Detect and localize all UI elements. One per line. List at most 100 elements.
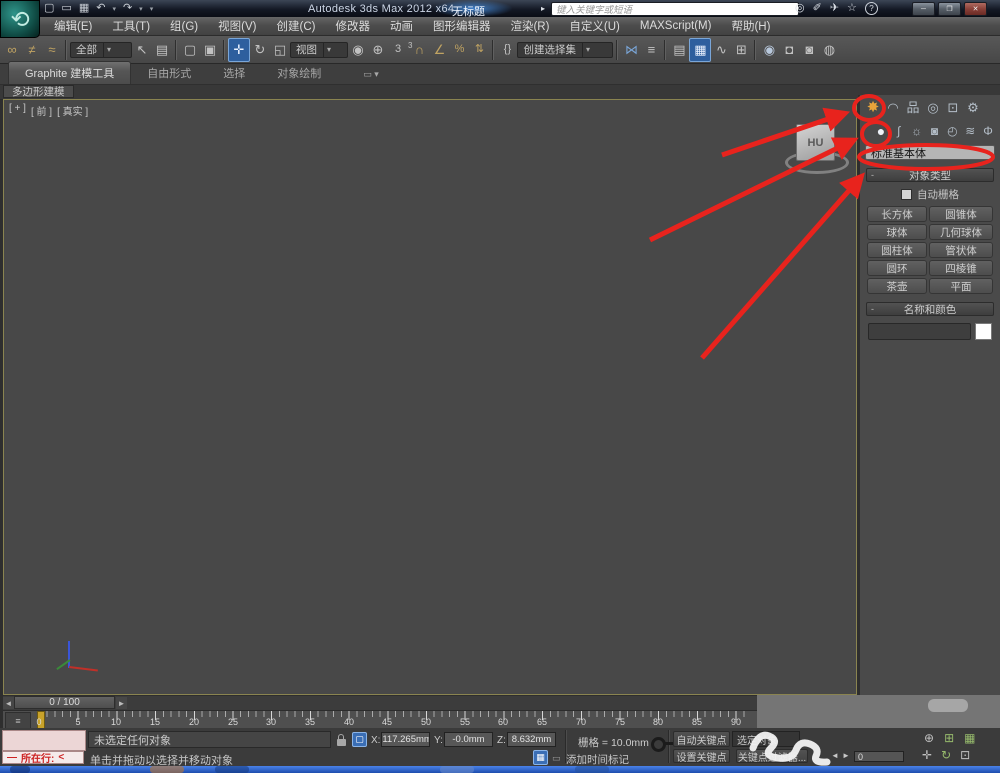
infocenter-expand-icon[interactable]: ▸ — [541, 4, 545, 13]
set-keys-icon[interactable] — [651, 737, 676, 752]
selection-filter-dropdown[interactable]: 全部 ▾ — [70, 41, 132, 58]
rectangular-selection-region-icon[interactable]: ▢ — [180, 39, 200, 61]
object-type-rollout-header[interactable]: - 对象类型 — [866, 168, 994, 182]
select-and-link-icon[interactable]: ∞ — [2, 39, 22, 61]
ribbon-minimize-icon[interactable]: ▭ ▾ — [363, 69, 379, 80]
tab-selection[interactable]: 选择 — [207, 62, 261, 84]
keyboard-override-toggle[interactable]: 3 — [388, 39, 408, 61]
previous-frame-icon[interactable]: ◄ — [3, 697, 14, 709]
favorites-icon[interactable]: ☆ — [847, 3, 857, 14]
zoom-extents-icon[interactable]: ⊞ — [944, 732, 954, 744]
window-crossing-icon[interactable]: ▣ — [200, 39, 220, 61]
geosphere-button[interactable]: 几何球体 — [929, 224, 993, 240]
z-coord-field[interactable]: 8.632mm — [507, 732, 556, 747]
tube-button[interactable]: 管状体 — [929, 242, 993, 258]
absolute-mode-toggle-icon[interactable]: ▢ — [352, 732, 367, 747]
polygon-modeling-panel[interactable]: 多边形建模 — [3, 85, 74, 98]
menu-views[interactable]: 视图(V) — [208, 17, 266, 35]
name-color-rollout-header[interactable]: - 名称和颜色 — [866, 302, 994, 316]
hierarchy-tab-icon[interactable]: 品 — [903, 97, 923, 117]
render-setup-icon[interactable]: ◘ — [779, 39, 799, 61]
spinner-snap-icon[interactable]: ⇅ — [469, 39, 489, 61]
shapes-category-icon[interactable]: ∫ — [890, 121, 908, 141]
scroll-left-icon[interactable]: < — [58, 752, 64, 763]
set-key-button[interactable]: 设置关键点 — [673, 749, 730, 764]
geometry-category-icon[interactable]: ● — [872, 121, 890, 141]
schematic-view-icon[interactable]: ⊞ — [731, 39, 751, 61]
current-frame-field[interactable]: 0 — [854, 751, 904, 762]
edit-named-selection-sets-icon[interactable]: {} — [497, 39, 517, 61]
angle-snap-icon[interactable]: ∠ — [429, 39, 449, 61]
time-slider[interactable]: ◄ 0 / 100 ► — [3, 696, 757, 711]
rendered-frame-window-icon[interactable]: ◙ — [799, 39, 819, 61]
communication-center-icon[interactable]: ✈ — [830, 3, 839, 14]
select-object-icon[interactable]: ↖ — [132, 39, 152, 61]
zoom-extents-all-icon[interactable]: ▦ — [964, 732, 975, 744]
teapot-button[interactable]: 茶壶 — [867, 278, 927, 294]
y-coord-field[interactable]: -0.0mm — [444, 732, 493, 747]
tab-object-paint[interactable]: 对象绘制 — [261, 62, 337, 84]
menu-rendering[interactable]: 渲染(R) — [500, 17, 559, 35]
redo-icon[interactable]: ↷ — [123, 3, 132, 14]
select-and-move-icon[interactable]: ✛ — [228, 37, 250, 62]
menu-customize[interactable]: 自定义(U) — [559, 17, 629, 35]
x-coord-field[interactable]: -117.265mm — [381, 732, 430, 747]
orbit-icon[interactable]: ↻ — [941, 749, 951, 761]
select-and-rotate-icon[interactable]: ↻ — [250, 39, 270, 61]
save-file-icon[interactable]: ▦ — [79, 3, 89, 14]
viewport-menu-view[interactable]: [ 前 ] — [31, 103, 52, 118]
bind-to-space-warp-icon[interactable]: ≈ — [42, 39, 62, 61]
redo-dropdown-icon[interactable]: ▾ — [139, 5, 143, 13]
subscription-icon[interactable]: ✐ — [813, 3, 822, 14]
add-time-tag[interactable]: 添加时间标记 — [566, 752, 629, 767]
object-name-field[interactable] — [868, 323, 971, 340]
object-color-swatch[interactable] — [975, 323, 992, 340]
cone-button[interactable]: 圆锥体 — [929, 206, 993, 222]
isolate-selection-icon[interactable]: ▦ — [533, 750, 548, 765]
minimize-button[interactable]: ─ — [912, 2, 935, 16]
viewport-menu-shading[interactable]: [ 真实 ] — [57, 103, 88, 118]
maxscript-listener-line[interactable]: — 所在行: < — [2, 751, 84, 765]
key-filter-dropdown[interactable]: 选定对象 — [732, 731, 800, 747]
time-slider-handle[interactable]: 0 / 100 — [14, 696, 115, 709]
utilities-tab-icon[interactable]: ⚙ — [963, 97, 983, 117]
space-warps-category-icon[interactable]: ≋ — [961, 121, 979, 141]
menu-create[interactable]: 创建(C) — [266, 17, 325, 35]
track-bar[interactable]: ≡ 0 5 10 15 20 25 30 35 40 45 50 55 60 6… — [3, 711, 757, 729]
toolbar-options-icon[interactable]: ▾ — [150, 5, 154, 13]
maxscript-mini-listener[interactable] — [2, 730, 86, 751]
select-by-name-icon[interactable]: ▤ — [152, 39, 172, 61]
new-scene-icon[interactable]: ▢ — [44, 3, 54, 14]
menu-help[interactable]: 帮助(H) — [721, 17, 780, 35]
torus-button[interactable]: 圆环 — [867, 260, 927, 276]
menu-graph-editors[interactable]: 图形编辑器 — [423, 17, 501, 35]
viewport-front[interactable]: [ + ] [ 前 ] [ 真实 ] HU — [3, 99, 857, 695]
graphite-ribbon-toggle-icon[interactable]: ▦ — [689, 37, 712, 62]
create-tab-icon[interactable]: ✸ — [863, 97, 883, 117]
primitive-category-dropdown[interactable]: 标准基本体 ▾ — [865, 145, 995, 160]
pan-view-icon[interactable]: ✛ — [922, 749, 932, 761]
render-production-icon[interactable]: ◍ — [819, 39, 839, 61]
autogrid-checkbox[interactable] — [901, 189, 912, 200]
auto-key-button[interactable]: 自动关键点 — [673, 731, 730, 747]
pyramid-button[interactable]: 四棱锥 — [929, 260, 993, 276]
next-frame-icon[interactable]: ► — [116, 697, 127, 709]
systems-category-icon[interactable]: Φ — [979, 121, 997, 141]
menu-maxscript[interactable]: MAXScript(M) — [630, 17, 722, 35]
percent-snap-icon[interactable]: % — [449, 39, 469, 61]
tab-graphite-modeling[interactable]: Graphite 建模工具 — [8, 61, 132, 84]
menu-animation[interactable]: 动画 — [380, 17, 423, 35]
motion-tab-icon[interactable]: ◎ — [923, 97, 943, 117]
modify-tab-icon[interactable]: ◠ — [883, 97, 903, 117]
go-to-end-icon[interactable]: ► — [842, 751, 850, 760]
reference-coordinate-dropdown[interactable]: 视图 ▾ — [290, 41, 348, 58]
sphere-button[interactable]: 球体 — [867, 224, 927, 240]
viewport-menu-general[interactable]: [ + ] — [9, 103, 26, 118]
application-menu-button[interactable]: ⟲ — [0, 0, 40, 38]
plane-button[interactable]: 平面 — [929, 278, 993, 294]
help-icon[interactable]: ? — [864, 2, 878, 15]
mirror-icon[interactable]: ⋈ — [621, 39, 641, 61]
align-icon[interactable]: ≡ — [641, 39, 661, 61]
layer-manager-icon[interactable]: ▤ — [669, 39, 689, 61]
display-tab-icon[interactable]: ⊡ — [943, 97, 963, 117]
